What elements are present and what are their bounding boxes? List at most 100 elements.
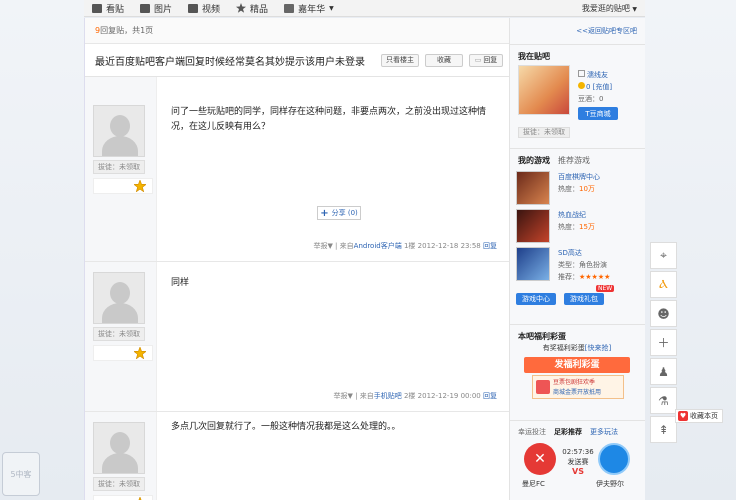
match-info: 02:57:36 发送赛 VS [560,447,596,477]
tab-my-games[interactable]: 我的游戏 [518,155,550,166]
user-badge[interactable]: 拔徒：未领取 [93,160,145,174]
mall-button[interactable]: T豆商城 [578,107,618,120]
report-link[interactable]: 举报 [334,392,348,400]
games-tabs: 我的游戏 推荐游戏 [518,155,637,166]
post-text: 同样 [171,278,190,288]
location-icon: ⌖ [660,248,667,262]
person-tool[interactable]: Ⲁ [650,271,677,298]
nav-tab-videos[interactable]: 视频 [180,0,228,17]
star-icon [134,180,146,192]
post-floor-3: 拔徒：未领取 多点几次回复就行了。一般这种情况我都是这么处理的。。 [85,412,509,500]
beans-count: 豆酒：0 [578,95,604,103]
reply-button[interactable]: ▭ 回复 [469,53,503,67]
username-link[interactable]: 濡线友 [587,71,608,79]
plus-icon: ＋ [657,336,670,350]
game-gift-button[interactable]: 游戏礼包 [564,293,604,305]
nav-tab-images[interactable]: 图片 [132,0,180,17]
bear-tool[interactable]: ☻ [650,300,677,327]
user-icon [578,70,585,77]
lab-tool[interactable]: ⚗ [650,387,677,414]
my-bar-title: 我在贴吧 [518,52,550,61]
game-item[interactable]: SD高达 类型：角色扮演 推荐：★★★★★ [516,247,640,281]
arrow-up-icon: ⇞ [658,422,669,437]
chevron-down-icon: ▼ [632,5,637,13]
grab-link[interactable]: [快来抢] [585,344,611,352]
post-content: 多点几次回复就行了。一般这种情况我都是这么处理的。。 [157,412,509,500]
avatar[interactable] [93,272,145,324]
location-tool[interactable]: ⌖ [650,242,677,269]
flask-icon: ⚗ [658,393,669,408]
favorite-button[interactable]: 收藏 [425,53,463,67]
floating-toolbar: ⌖ Ⲁ ☻ ＋ ♟ ⚗ ⇞ [650,242,677,445]
reply-icon: ▭ [474,56,482,64]
video-icon [188,3,199,13]
post-time: 2012-12-18 23:58 [417,242,481,250]
user-level [93,345,153,361]
tab-recommended-games[interactable]: 推荐游戏 [558,155,590,166]
client-link[interactable]: 手机贴吧 [374,392,402,400]
post-author: 拔徒：未领取 [85,262,157,411]
reply-link[interactable]: 回复 [483,242,497,250]
floor-number: 2楼 [403,392,416,400]
only-owner-button[interactable]: 只看楼主 [381,53,419,67]
sports-panel: 幸运投注 足彩推荐 更多玩法 ✕ 02:57:36 发送赛 VS 曼尼FC 伊夫… [510,420,645,500]
post-content: 问了一些玩贴吧的同学，同样存在这种问题，非要点两次，之前没出现过这种情况，在这儿… [157,77,509,261]
star-icon [134,347,146,359]
game-item[interactable]: 热血战纪 热度：15万 [516,209,640,243]
send-lottery-button[interactable]: 发福利彩蛋 [524,357,630,373]
rating-stars: ★★★★★ [579,273,611,281]
team-right-logo [598,443,630,475]
user-badge[interactable]: 拔徒：未领取 [518,127,570,138]
post-text: 问了一些玩贴吧的同学，同样存在这种问题，非要点两次，之前没出现过这种情况，在这儿… [171,107,487,132]
user-badge[interactable]: 拔徒：未领取 [93,477,145,491]
game-name[interactable]: 百度棋牌中心 [558,171,600,183]
user-level [93,495,153,500]
avatar[interactable] [93,105,145,157]
post-author: 拔徒：未领取 [85,77,157,261]
game-name[interactable]: 热血战纪 [558,209,595,221]
user-icon: ♟ [658,364,669,379]
list-icon [92,3,102,13]
avatar[interactable] [93,422,145,474]
reply-link[interactable]: 回复 [483,392,497,400]
lottery-title: 本吧福利彩蛋 [518,332,566,341]
right-sidebar: <<返回贴吧专区吧 我在贴吧 濡线友 0 [充值] 豆酒：0 T豆商城 拔徒：未… [509,18,645,500]
post-floor-2: 拔徒：未领取 同样 举报▼ | 来自手机贴吧 2楼 2012-12-19 00:… [85,262,509,412]
games-panel: 我的游戏 推荐游戏 百度棋牌中心 热度：10万 热血战纪 热度：15万 SD高达 类型… [510,148,645,324]
back-to-zone-link[interactable]: <<返回贴吧专区吧 [510,18,645,44]
post-footer: 举报▼ | 来自Android客户端 1楼 2012-12-18 23:58 回… [313,242,497,250]
watermark-logo: 5中客 [2,452,40,496]
lottery-promo[interactable]: 豆票包剧狂欢季 商城金票开放抵用 [532,375,624,399]
tab-more[interactable]: 更多玩法 [590,427,618,437]
team-left-name: 曼尼FC [522,480,545,488]
page-info-bar: 9 回复贴，共1页 [85,18,509,44]
user-badge[interactable]: 拔徒：未领取 [93,327,145,341]
nav-tab-posts[interactable]: 看贴 [84,0,132,17]
nav-tab-featured[interactable]: 精品 [228,0,276,17]
game-name[interactable]: SD高达 [558,247,610,259]
tab-football-tips[interactable]: 足彩推荐 [554,427,582,437]
report-link[interactable]: 举报 [313,242,327,250]
plus-icon: + [320,207,329,219]
coin-icon [578,82,585,89]
favorite-page-button[interactable]: ♥ 收藏本页 [675,409,723,423]
thread-title-bar: 最近百度贴吧客户端回复时候经常莫名其妙提示该用户未登录 只看楼主 收藏 ▭ 回复 [85,44,509,77]
post-footer: 举报▼ | 来自手机贴吧 2楼 2012-12-19 00:00 回复 [333,392,497,400]
avatar[interactable] [518,65,570,115]
nav-tab-carnival[interactable]: 嘉年华 ▼ [276,0,342,17]
favorite-bars-dropdown[interactable]: 我爱逛的贴吧 ▼ [582,3,645,14]
game-item[interactable]: 百度棋牌中心 热度：10万 [516,171,640,205]
post-floor-1: 拔徒：未领取 问了一些玩贴吧的同学，同样存在这种问题，非要点两次，之前没出现过这… [85,77,509,262]
profile-tool[interactable]: ♟ [650,358,677,385]
client-link[interactable]: Android客户端 [354,242,402,250]
shop-icon [536,380,550,394]
team-left-logo: ✕ [524,443,556,475]
back-to-top-tool[interactable]: ⇞ [650,416,677,443]
game-center-button[interactable]: 游戏中心 [516,293,556,305]
tab-lucky-bet[interactable]: 幸运投注 [518,427,546,437]
recharge-link[interactable]: 0 [充值] [586,83,612,91]
add-tool[interactable]: ＋ [650,329,677,356]
thread-main: 9 回复贴，共1页 最近百度贴吧客户端回复时候经常莫名其妙提示该用户未登录 只看… [84,18,509,500]
post-time: 2012-12-19 00:00 [417,392,481,400]
share-button[interactable]: + 分享 (0) [317,206,361,220]
